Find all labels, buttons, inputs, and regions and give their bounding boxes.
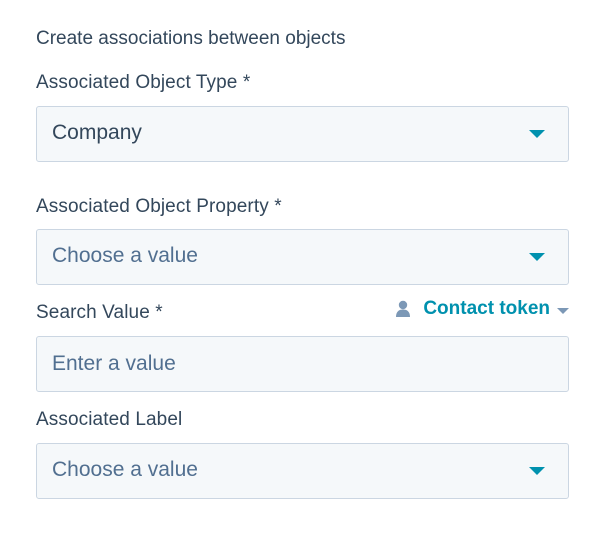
caret-down-icon (529, 253, 545, 261)
contact-token-label: Contact token (423, 298, 550, 319)
search-value-input[interactable] (36, 336, 569, 392)
caret-down-icon (529, 130, 545, 138)
form-description: Create associations between objects (36, 28, 346, 49)
contact-token-link[interactable]: Contact token (395, 298, 569, 320)
object-property-select[interactable]: Choose a value (36, 229, 569, 285)
chevron-down-icon (557, 307, 569, 314)
associated-label-placeholder: Choose a value (52, 458, 198, 481)
object-type-label: Associated Object Type * (36, 72, 251, 93)
object-property-label: Associated Object Property * (36, 196, 282, 217)
object-type-value: Company (52, 121, 142, 144)
object-property-placeholder: Choose a value (52, 244, 198, 267)
caret-down-icon (529, 467, 545, 475)
associated-label-select[interactable]: Choose a value (36, 443, 569, 499)
associated-label-label: Associated Label (36, 409, 183, 430)
object-type-select[interactable]: Company (36, 106, 569, 162)
person-icon (395, 300, 411, 318)
search-value-label: Search Value * (36, 302, 163, 323)
